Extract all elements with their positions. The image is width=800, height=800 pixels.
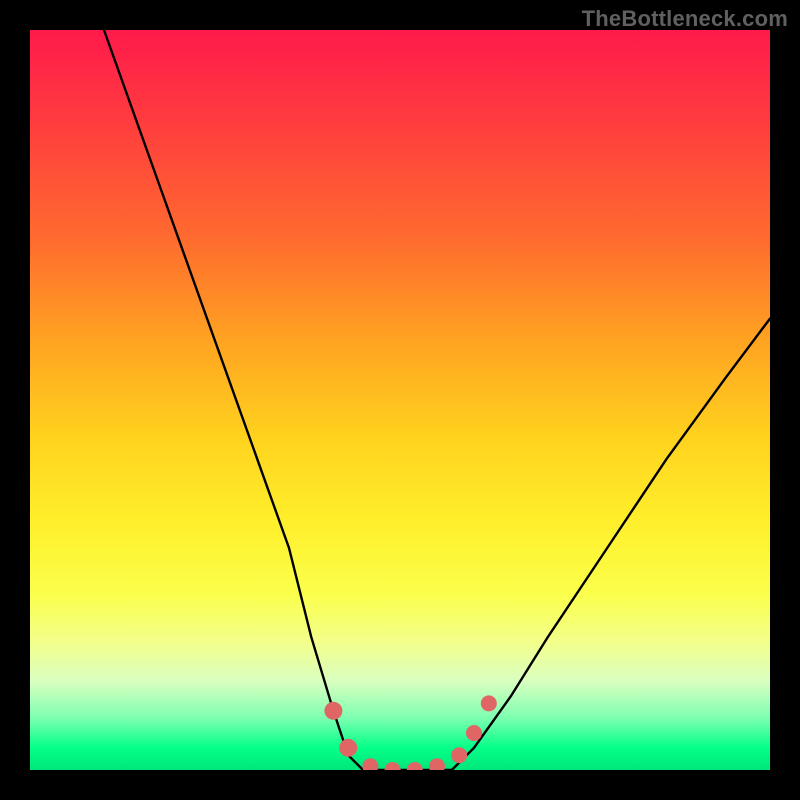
marker-8 (481, 695, 497, 711)
marker-5 (429, 758, 445, 770)
marker-6 (451, 747, 467, 763)
marker-2 (362, 758, 378, 770)
marker-0 (324, 702, 342, 720)
watermark-text: TheBottleneck.com (582, 6, 788, 32)
curve-layer (30, 30, 770, 770)
curve-left-branch (104, 30, 363, 770)
marker-7 (466, 725, 482, 741)
marker-4 (407, 762, 423, 770)
marker-3 (385, 762, 401, 770)
chart-frame: TheBottleneck.com (0, 0, 800, 800)
curve-right-branch (452, 319, 770, 770)
marker-1 (339, 739, 357, 757)
